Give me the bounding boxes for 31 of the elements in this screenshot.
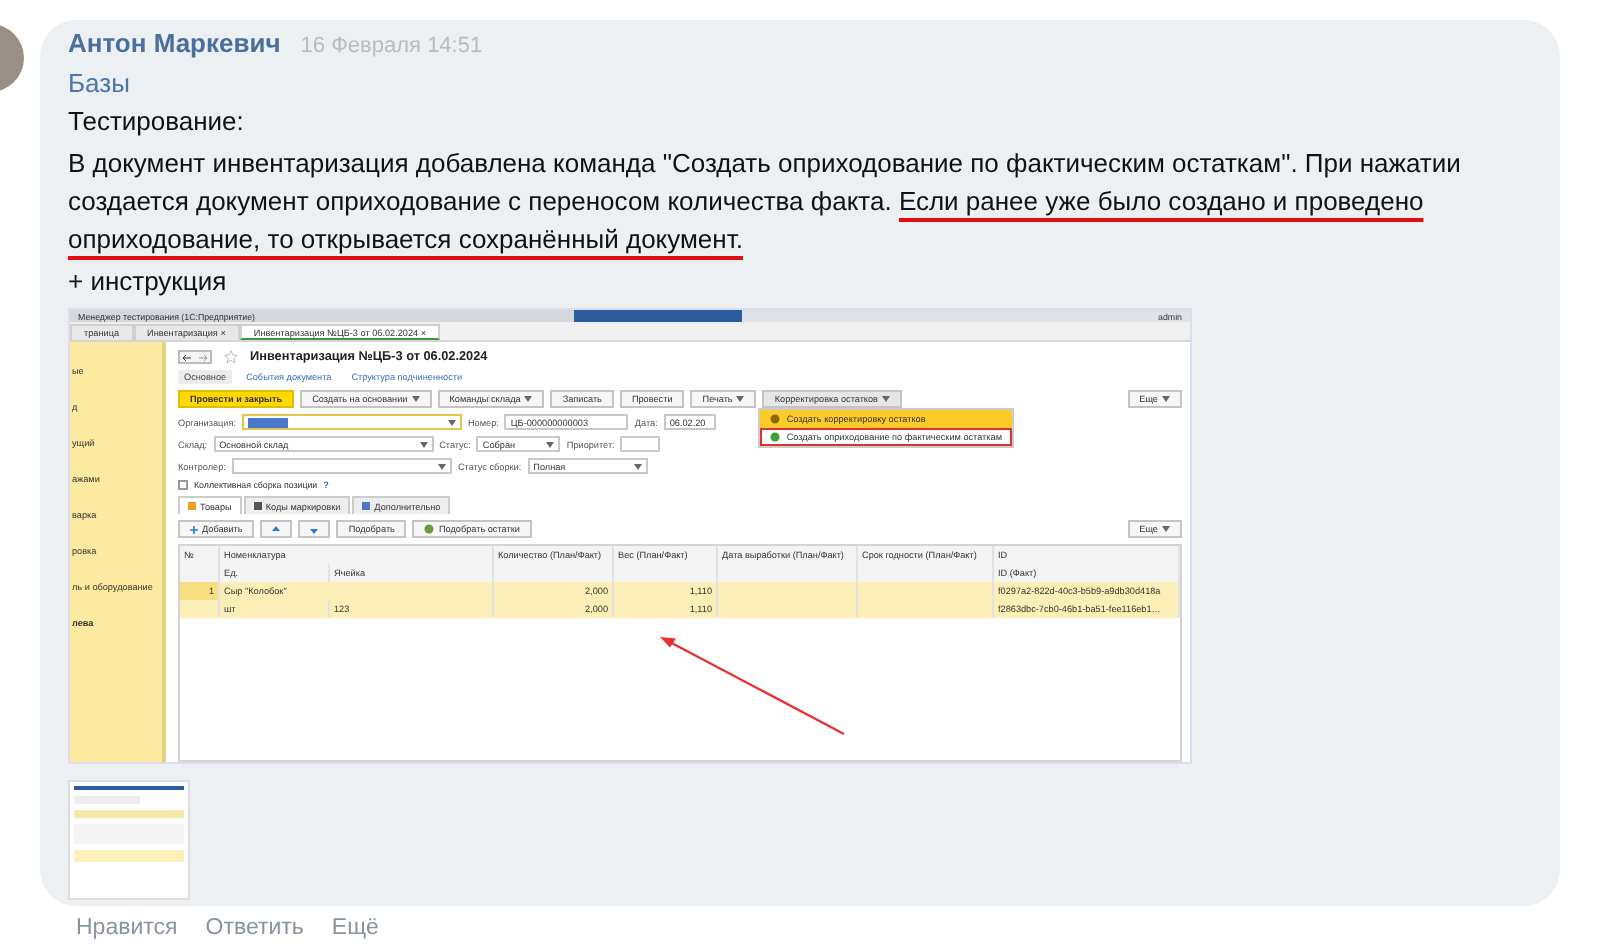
caret-icon — [419, 441, 428, 447]
author-name[interactable]: Антон Маркевич — [68, 28, 281, 58]
topic-link[interactable]: Базы — [68, 68, 1532, 98]
caret-icon — [1162, 396, 1170, 402]
caret-icon — [437, 463, 446, 469]
message-time: 16 Февраля 14:51 — [300, 34, 483, 58]
plus-icon — [190, 525, 198, 533]
move-up-button[interactable] — [260, 520, 293, 538]
checkbox[interactable] — [178, 480, 188, 490]
caret-icon — [736, 396, 745, 402]
image-thumbnail[interactable] — [68, 780, 190, 900]
message-text: В документ инвентаризация добавлена команда "Создать оприходование по фактическим остаткам". При нажатии создается документ оприходование с переносом количества факта. Если ранее уже было создано и проведено оприходование, то открывается сохранённый документ. — [68, 146, 1463, 258]
star-icon[interactable] — [224, 350, 238, 364]
move-down-button[interactable] — [298, 520, 331, 538]
input-field[interactable] — [620, 436, 661, 452]
back-forward-buttons[interactable] — [178, 350, 212, 364]
input-field[interactable] — [231, 458, 452, 474]
input-field[interactable] — [241, 414, 462, 430]
plus-circle-icon — [424, 524, 435, 534]
caret-icon — [447, 419, 456, 425]
caret-icon — [546, 441, 555, 447]
caret-icon — [881, 396, 890, 402]
instruction-link[interactable]: + инструкция — [68, 262, 1468, 300]
caret-icon — [633, 463, 642, 469]
message-heading: Тестирование: — [68, 104, 246, 140]
caret-icon — [1162, 526, 1170, 532]
caret-icon — [524, 396, 533, 402]
selected-text — [247, 417, 288, 427]
up-arrow-icon — [272, 525, 281, 533]
down-arrow-icon — [310, 525, 319, 533]
caret-icon — [411, 396, 420, 402]
